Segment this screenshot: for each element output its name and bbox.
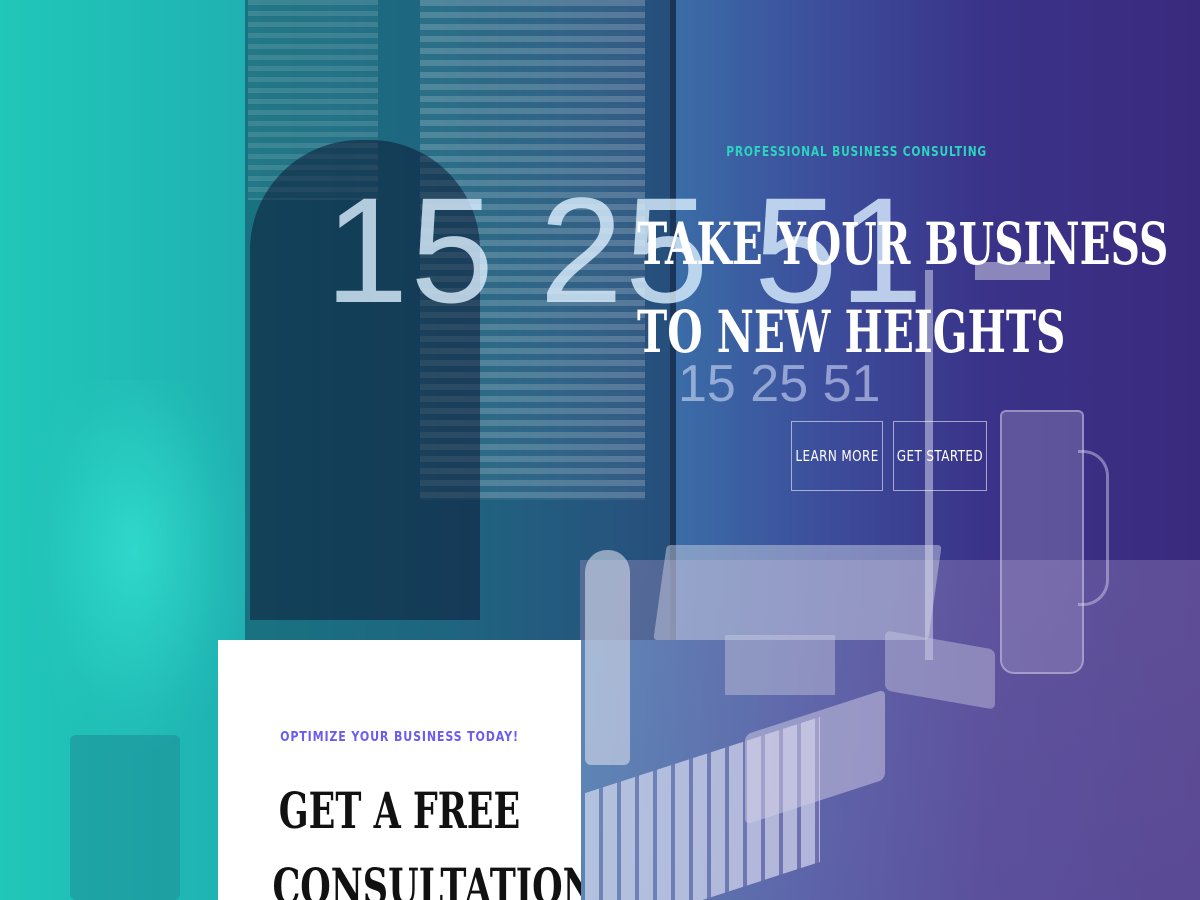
- card-title-line1: GET A FREE: [278, 781, 521, 840]
- card-eyebrow: OPTIMIZE YOUR BUSINESS TODAY!: [280, 730, 519, 745]
- background-glass-mug-handle: [1078, 450, 1109, 606]
- hero-eyebrow: PROFESSIONAL BUSINESS CONSULTING: [726, 145, 987, 160]
- learn-more-button[interactable]: LEARN MORE: [791, 421, 883, 491]
- hero-headline-line1: TAKE YOUR BUSINESS: [637, 210, 1169, 278]
- background-laptop-stand: [725, 635, 835, 695]
- hero-content: PROFESSIONAL BUSINESS CONSULTING TAKE YO…: [487, 145, 1169, 376]
- background-glass-mug: [1000, 410, 1084, 674]
- learn-more-label: LEARN MORE: [795, 447, 879, 465]
- card-title-line2: CONSULTATION: [272, 857, 581, 900]
- background-plant: [20, 380, 250, 760]
- card-title: GET A FREE CONSULTATION: [272, 773, 581, 900]
- background-plant-pot: [70, 735, 180, 900]
- get-started-label: GET STARTED: [896, 447, 984, 465]
- get-started-button[interactable]: GET STARTED: [893, 421, 987, 491]
- hero-headline: TAKE YOUR BUSINESS TO NEW HEIGHTS: [637, 200, 1169, 376]
- background-laptop: [653, 545, 942, 640]
- hero-headline-line2: TO NEW HEIGHTS: [637, 298, 1066, 366]
- background-statue: [585, 550, 630, 765]
- hero-section: 15 25 51 15 25 51 PROFESSIONAL BUSINESS …: [0, 0, 1200, 900]
- hero-buttons: LEARN MORE GET STARTED: [791, 421, 987, 491]
- consultation-card: OPTIMIZE YOUR BUSINESS TODAY! GET A FREE…: [218, 640, 581, 900]
